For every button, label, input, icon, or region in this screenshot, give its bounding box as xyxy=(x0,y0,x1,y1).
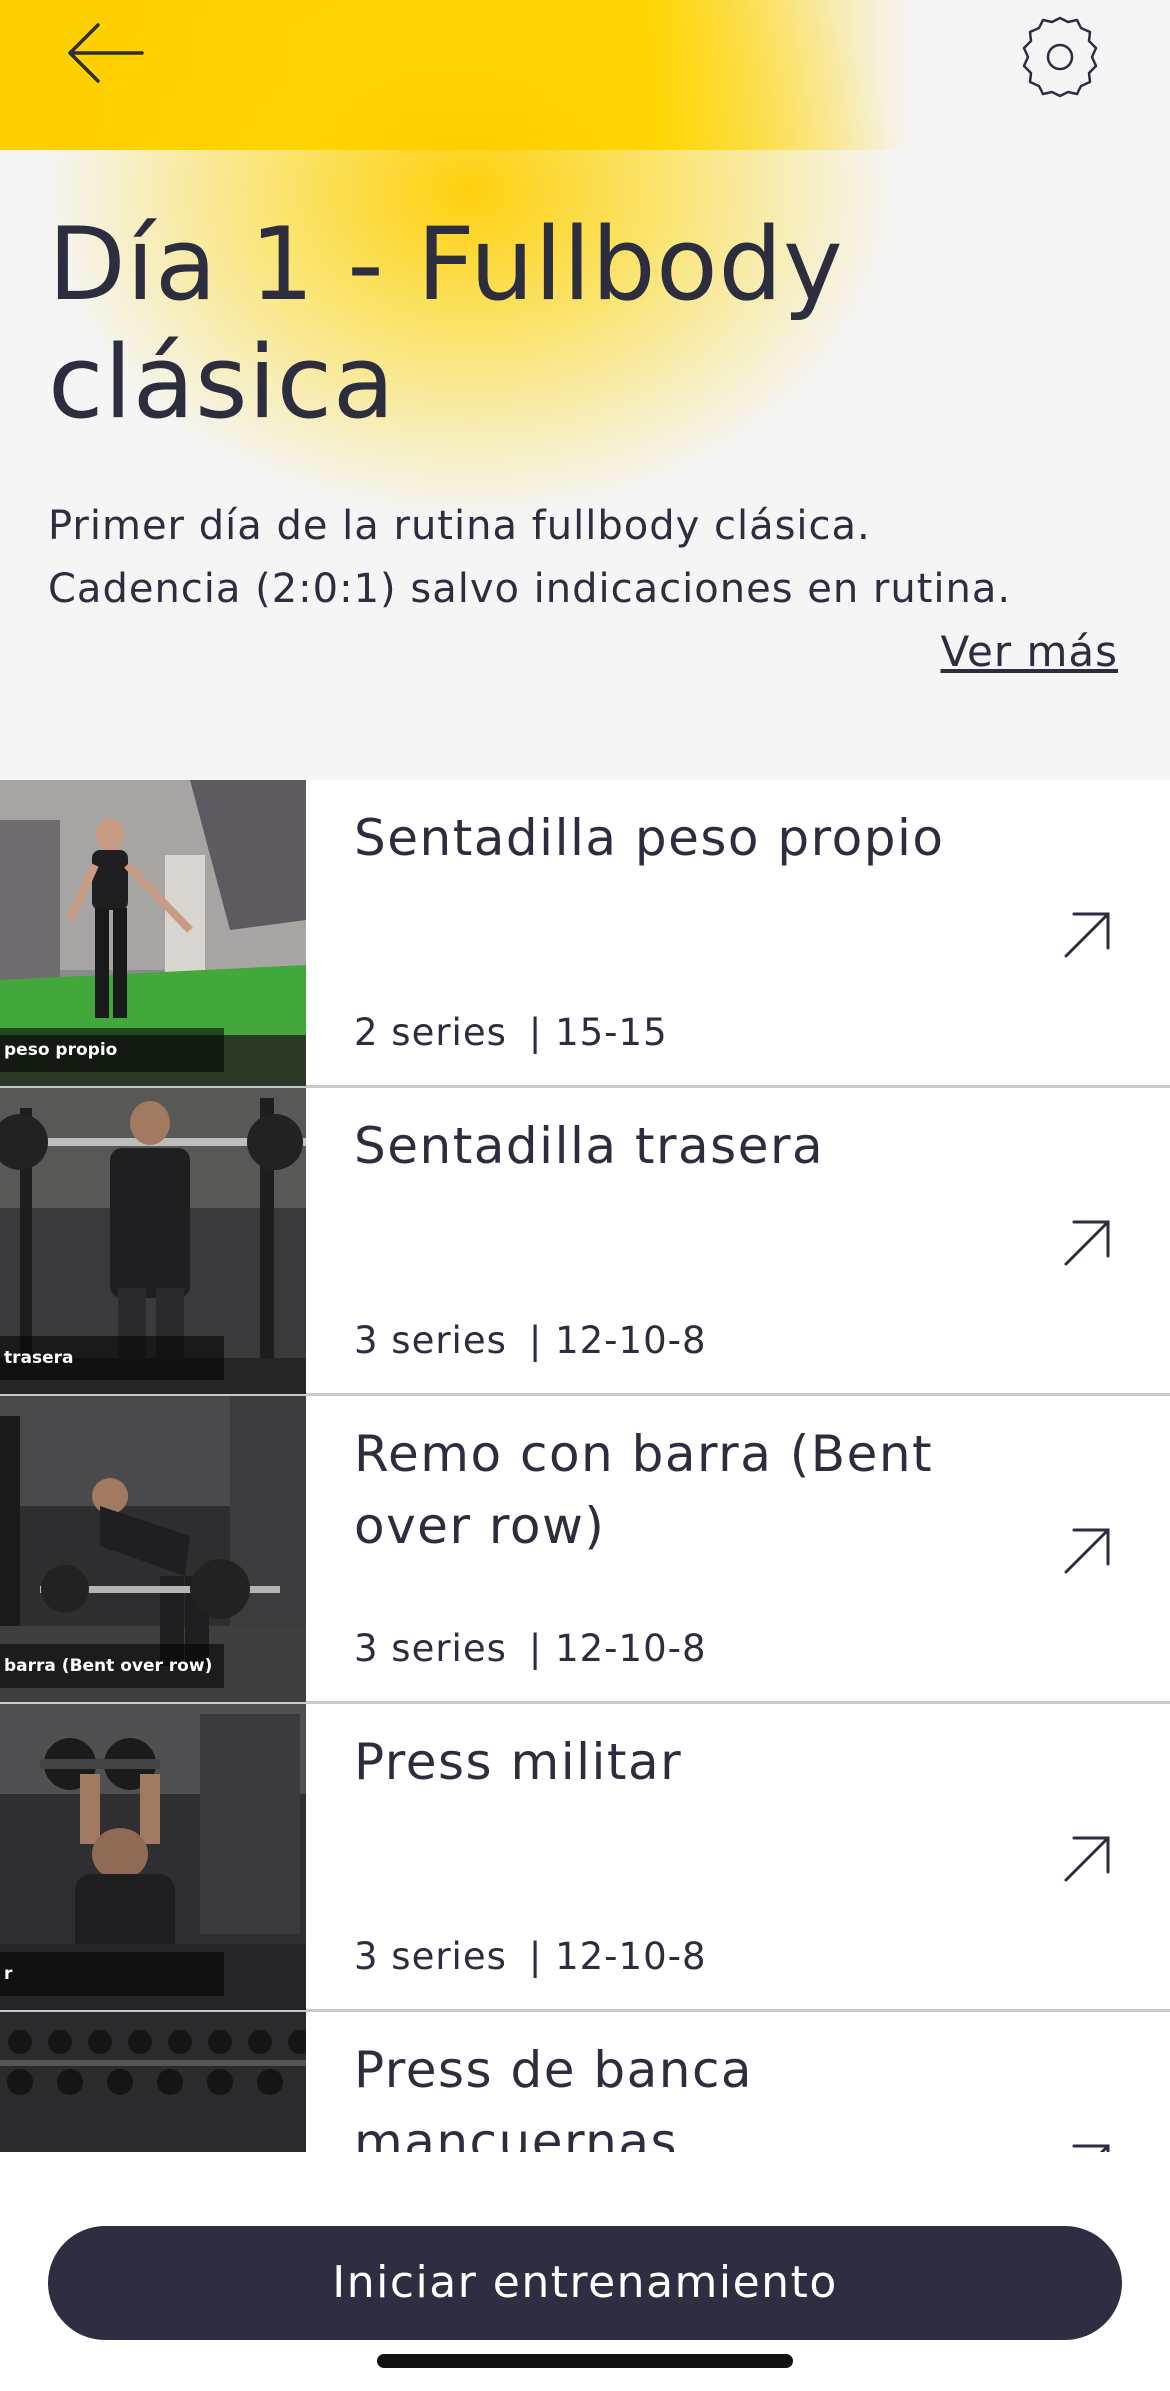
description-line-1: Primer día de la rutina fullbody clásica… xyxy=(48,503,871,549)
exercise-reps: | 12-10-8 xyxy=(528,1319,707,1362)
exercise-series: 3 series xyxy=(354,1935,507,1978)
exercise-thumbnail xyxy=(0,2012,306,2152)
exercise-series: 2 series xyxy=(354,1011,507,1054)
see-more-link[interactable]: Ver más xyxy=(941,622,1118,682)
exercise-meta: 2 series | 15-15 xyxy=(354,1008,668,1058)
exercise-thumbnail: peso propio xyxy=(0,780,306,1086)
exercise-series: 3 series xyxy=(354,1627,507,1670)
thumbnail-caption: barra (Bent over row) xyxy=(0,1644,224,1688)
arrow-up-right-icon xyxy=(1064,1836,1110,1882)
exercise-name: Press de banca mancuernas xyxy=(354,2041,754,2152)
exercise-name: Remo con barra (Bent over row) xyxy=(354,1425,934,1555)
settings-button[interactable] xyxy=(1015,12,1105,102)
home-indicator xyxy=(377,2354,793,2368)
exercise-name: Sentadilla peso propio xyxy=(354,809,945,867)
thumbnail-caption: peso propio xyxy=(0,1028,224,1072)
arrow-up-right-icon xyxy=(1072,2144,1110,2152)
exercise-reps: | 12-10-8 xyxy=(528,1627,707,1670)
exercise-thumbnail: trasera xyxy=(0,1088,306,1394)
back-button[interactable] xyxy=(60,18,150,88)
arrow-left-icon xyxy=(68,23,144,83)
exercise-row[interactable]: r Press militar 3 series | 12-10-8 xyxy=(0,1704,1170,2012)
exercise-meta: 3 series | 12-10-8 xyxy=(354,1316,707,1366)
exercise-row[interactable]: barra (Bent over row) Remo con barra (Be… xyxy=(0,1396,1170,1704)
arrow-up-right-icon xyxy=(1064,912,1110,958)
thumbnail-caption: trasera xyxy=(0,1336,224,1380)
exercise-thumbnail: barra (Bent over row) xyxy=(0,1396,306,1702)
exercise-meta: 3 series | 12-10-8 xyxy=(354,1932,707,1982)
exercise-name: Sentadilla trasera xyxy=(354,1117,825,1175)
exercise-list: peso propio Sentadilla peso propio 2 ser… xyxy=(0,780,1170,2152)
thumbnail-caption: r xyxy=(0,1952,224,1996)
exercise-row[interactable]: trasera Sentadilla trasera 3 series | 12-… xyxy=(0,1088,1170,1396)
arrow-up-right-icon xyxy=(1064,1220,1110,1266)
page-title: Día 1 - Fullbody clásica xyxy=(48,205,844,441)
arrow-up-right-icon xyxy=(1064,1528,1110,1574)
exercise-row[interactable]: Press de banca mancuernas xyxy=(0,2012,1170,2152)
exercise-meta: 3 series | 12-10-8 xyxy=(354,1624,707,1674)
exercise-reps: | 12-10-8 xyxy=(528,1935,707,1978)
description-line-2: Cadencia (2:0:1) salvo indicaciones en r… xyxy=(48,566,1012,612)
exercise-reps: | 15-15 xyxy=(528,1011,668,1054)
exercise-thumbnail: r xyxy=(0,1704,306,2010)
exercise-series: 3 series xyxy=(354,1319,507,1362)
start-workout-button[interactable]: Iniciar entrenamiento xyxy=(48,2226,1122,2340)
exercise-row[interactable]: peso propio Sentadilla peso propio 2 ser… xyxy=(0,780,1170,1088)
gear-icon xyxy=(1022,16,1098,98)
exercise-name: Press militar xyxy=(354,1733,683,1791)
routine-description: Primer día de la rutina fullbody clásica… xyxy=(48,495,1128,621)
